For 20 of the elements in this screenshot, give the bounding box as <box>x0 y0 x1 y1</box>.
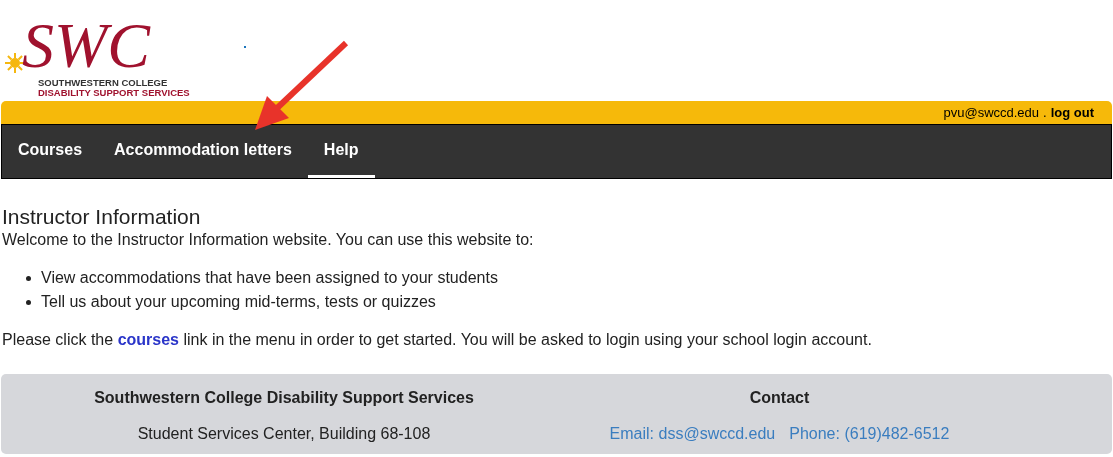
logout-link[interactable]: log out <box>1050 102 1094 122</box>
logo-subtitle: SOUTHWESTERN COLLEGE <box>38 78 169 88</box>
nav-tab[interactable]: Accommodation letters <box>98 125 308 178</box>
separator-dot: . <box>1043 103 1047 122</box>
logo-subtitle: DISABILITY SUPPORT SERVICES <box>38 88 191 98</box>
bullet-text: Tell us about your upcoming mid-terms, tests or quizzes <box>41 292 436 312</box>
nav-tab[interactable]: Courses <box>2 125 99 178</box>
bullet-icon <box>26 275 31 281</box>
bullet-icon <box>26 299 31 305</box>
footer-address: Student Services Center, Building 68-108 <box>137 424 431 444</box>
intro-text: Welcome to the Instructor Information website. You can use this website to: <box>2 230 535 250</box>
instruction-text: Please click the courses link in the menu in order to get started. You will be asked to login using your school login account. <box>2 330 873 350</box>
logo-wordmark: SWC <box>22 14 150 78</box>
footer-heading: Southwestern College Disability Support Services <box>94 388 474 408</box>
courses-link[interactable]: courses <box>117 331 179 348</box>
user-email: pvu@swccd.edu <box>943 103 1040 122</box>
page-title: Instructor Information <box>2 204 202 230</box>
nav-tab[interactable]: Help <box>307 125 375 178</box>
bullet-text: View accommodations that have been assigned to your students <box>41 268 498 288</box>
footer-heading: Contact <box>749 388 810 408</box>
